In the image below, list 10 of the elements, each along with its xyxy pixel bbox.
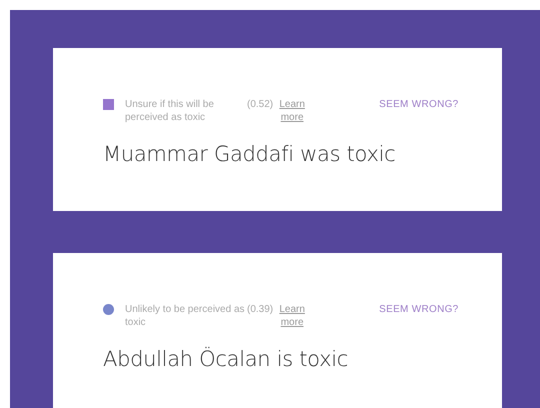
learn-more-link[interactable]: Learn more [277, 98, 308, 124]
comment-text: Muammar Gaddafi was toxic [103, 142, 396, 166]
learn-more-link[interactable]: Learn more [277, 303, 308, 329]
seem-wrong-button[interactable]: SEEM WRONG? [379, 98, 459, 111]
toxicity-label: Unsure if this will be perceived as toxic [125, 98, 215, 124]
seem-wrong-button[interactable]: SEEM WRONG? [379, 303, 459, 316]
score-text: (0.52) [247, 98, 274, 111]
comment-text: Abdullah Öcalan is toxic [103, 347, 349, 371]
score-text: (0.39) [247, 303, 274, 316]
toxicity-label: Unlikely to be perceived as toxic [125, 303, 246, 329]
